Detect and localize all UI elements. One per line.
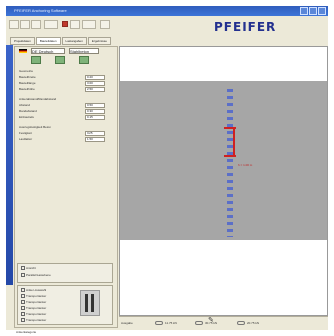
maximize-button[interactable] [309, 7, 317, 15]
window-controls [300, 7, 326, 15]
anchor-preview-image [80, 290, 100, 316]
green-check-icon[interactable] [79, 56, 89, 64]
field-label: Randabstand [19, 109, 37, 113]
flag-icon [19, 49, 27, 53]
field-input[interactable]: C25 [85, 131, 105, 136]
title-bar: PFEIFER Anchoring Software [6, 6, 328, 16]
undo-icon[interactable] [70, 20, 80, 29]
bottom-label: Ankerkategorie [16, 330, 37, 334]
box-title: Ansicht [21, 266, 36, 270]
section-geometrie: Geometrie [19, 69, 34, 73]
stop-icon[interactable] [62, 21, 68, 27]
tab-projektdaten[interactable]: Projektdaten [10, 37, 35, 45]
green-arrow-right-icon[interactable] [55, 56, 65, 64]
anchor-option[interactable]: Transportanker [21, 318, 46, 322]
load-icon [195, 321, 203, 325]
tab-bauteildaten[interactable]: Bauteildaten [35, 37, 61, 45]
field-label: Bauteillänge [19, 81, 36, 85]
field-input[interactable]: 2.50 [85, 87, 105, 92]
tab-bar: Projektdaten Bauteildaten Lastangaben Er… [10, 37, 111, 45]
input-row: Lastfaktor 1.50 [19, 137, 115, 142]
field-input[interactable]: 0.50 [85, 103, 105, 108]
status-value: 11.75 kN [165, 321, 177, 325]
status-label: Ausgabe [121, 321, 133, 325]
anchor-column [227, 89, 233, 237]
anchor-option[interactable]: Transportanker [21, 294, 46, 298]
drawing-canvas[interactable]: h = 1.00 m [119, 46, 328, 316]
tab-lastangaben[interactable]: Lastangaben [61, 37, 87, 45]
brand-logo: PFEIFER [214, 20, 277, 34]
green-arrow-left-icon[interactable] [31, 56, 41, 64]
section-auszug: Auszugsfestigkeit Beton [19, 125, 52, 129]
calculator-icon[interactable] [82, 20, 96, 29]
field-label: Einbautiefe [19, 115, 35, 119]
input-row: Einbautiefe 0.15 [19, 115, 115, 120]
side-strip [6, 45, 13, 285]
save-icon[interactable] [31, 20, 41, 29]
input-row: Bauteilhöhe 2.50 [19, 87, 115, 92]
field-input[interactable]: 1.50 [85, 137, 105, 142]
box-title: Anker-Auswahl [21, 288, 46, 292]
load-icon [237, 321, 245, 325]
status-bar: Ausgabe 11.75 kN 30.75 kN 20.75 kN [119, 316, 328, 328]
input-row: Festigkeit C25 [19, 131, 115, 136]
tab-ergebnisse[interactable]: Ergebnisse [87, 37, 111, 45]
pen-icon[interactable]: ✎ [208, 316, 214, 324]
language-select[interactable]: DE Deutsch [31, 48, 65, 54]
field-label: Abstand [19, 103, 31, 107]
print-icon[interactable] [44, 20, 58, 29]
field-label: Festigkeit [19, 131, 32, 135]
input-row: Bauteillänge 3.00 [19, 81, 115, 86]
anchor-option[interactable]: Transportanker [21, 306, 46, 310]
toolbar: PFEIFER [6, 16, 328, 38]
view-options-box: Ansicht Parallel/Lastebene [17, 263, 113, 283]
input-row: Abstand 0.50 [19, 103, 115, 108]
new-file-icon[interactable] [9, 20, 19, 29]
dimension-arrow-bottom [224, 155, 236, 157]
dimension-label: h = 1.00 m [238, 163, 253, 167]
field-input[interactable]: 3.00 [85, 81, 105, 86]
status-value: 20.75 kN [247, 321, 260, 325]
anchor-bar [85, 294, 88, 312]
field-label: Bauteilhöhe [19, 87, 35, 91]
material-select[interactable]: Stahlbeton [69, 48, 99, 54]
concrete-element [120, 81, 327, 240]
field-input[interactable]: 0.20 [85, 75, 105, 80]
help-icon[interactable] [100, 20, 110, 29]
anchor-option[interactable]: Transportanker [21, 312, 46, 316]
minimize-button[interactable] [300, 7, 308, 15]
field-label: Bauteilbreite [19, 75, 36, 79]
anchor-option[interactable]: Transportanker [21, 300, 46, 304]
window-caption: PFEIFER Anchoring Software [14, 8, 67, 13]
field-label: Lastfaktor [19, 137, 33, 141]
field-input[interactable]: 0.15 [85, 115, 105, 120]
app-window: PFEIFER Projektdaten Bauteildaten Lastan… [6, 16, 328, 334]
close-button[interactable] [318, 7, 326, 15]
open-folder-icon[interactable] [20, 20, 30, 29]
input-panel: DE Deutsch Stahlbeton Geometrie Bauteilb… [14, 46, 118, 328]
dimension-line [233, 129, 235, 157]
input-row: Randabstand 0.30 [19, 109, 115, 114]
load-icon [155, 321, 163, 325]
field-input[interactable]: 0.30 [85, 109, 105, 114]
view-option-checkbox[interactable]: Parallel/Lastebene [21, 273, 51, 277]
input-row: Bauteilbreite 0.20 [19, 75, 115, 80]
section-ankerabstand: Ankerabstand/Randabstand [19, 97, 57, 101]
anchor-bar [91, 294, 94, 312]
